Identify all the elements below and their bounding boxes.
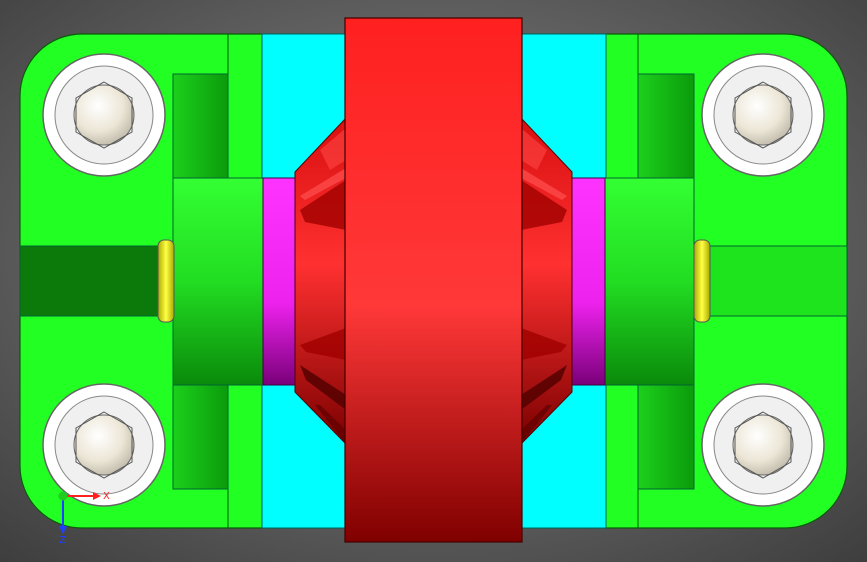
washer-left[interactable] bbox=[157, 239, 175, 323]
bolt-bottom-left[interactable] bbox=[42, 383, 166, 507]
shaft-boss-right[interactable] bbox=[604, 177, 695, 386]
bearing-block-upper-right[interactable] bbox=[637, 73, 695, 179]
bolt-top-right[interactable] bbox=[701, 53, 825, 177]
bearing-block-lower-right[interactable] bbox=[637, 384, 695, 490]
central-wheel[interactable] bbox=[344, 17, 523, 543]
bolt-top-left[interactable] bbox=[42, 53, 166, 177]
bearing-block-upper-left[interactable] bbox=[172, 73, 229, 179]
triad-origin-icon bbox=[58, 491, 68, 501]
bevel-cone-left[interactable] bbox=[294, 116, 347, 446]
model-canvas[interactable]: X Z bbox=[0, 0, 867, 562]
bevel-cone-right[interactable] bbox=[520, 116, 573, 446]
shaft-slot-right[interactable] bbox=[707, 245, 848, 317]
shaft-slot-left[interactable] bbox=[19, 245, 161, 317]
bearing-block-lower-left[interactable] bbox=[172, 384, 229, 490]
bolt-bottom-right[interactable] bbox=[701, 383, 825, 507]
z-axis-label: Z bbox=[59, 535, 66, 546]
x-axis-label: X bbox=[103, 491, 110, 502]
spacer-ring-right[interactable] bbox=[571, 177, 606, 386]
washer-right[interactable] bbox=[693, 239, 711, 323]
spacer-ring-left[interactable] bbox=[262, 177, 296, 386]
shaft-boss-left[interactable] bbox=[172, 177, 264, 386]
3d-model-viewport[interactable]: X Z bbox=[0, 0, 867, 562]
